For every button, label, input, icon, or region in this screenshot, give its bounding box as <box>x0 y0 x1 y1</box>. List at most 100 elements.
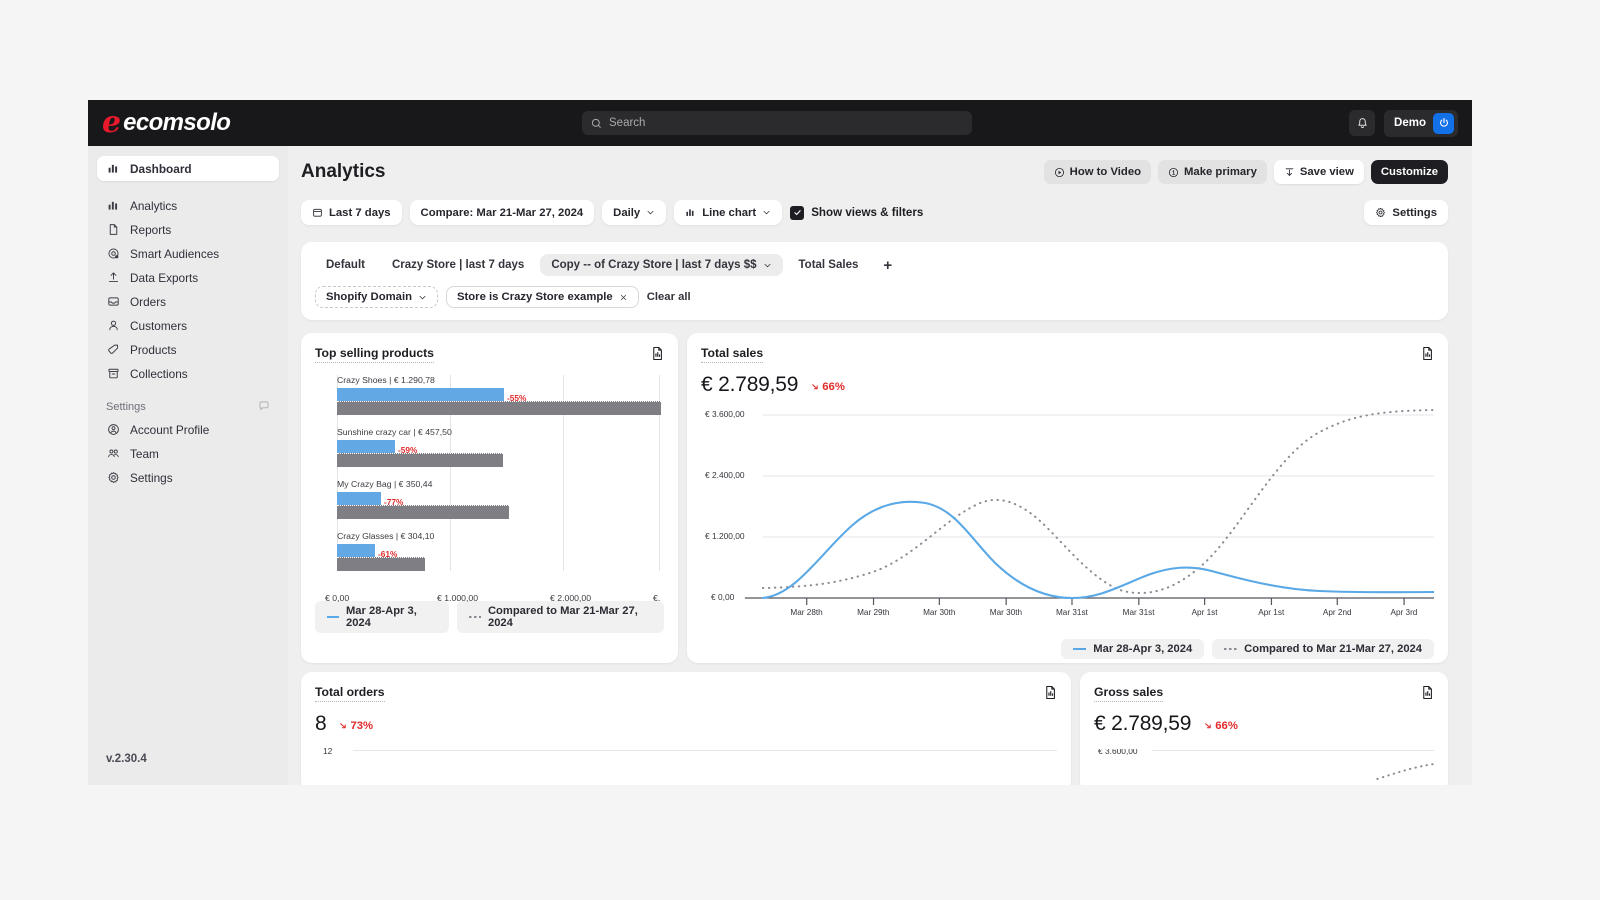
sidebar-item-analytics[interactable]: Analytics <box>97 194 279 217</box>
y-tick: € 0,00 <box>711 592 734 602</box>
chart-type-selector[interactable]: Line chart <box>674 200 782 225</box>
sidebar-item-data-exports[interactable]: Data Exports <box>97 266 279 289</box>
x-tick: € 1.000,00 <box>437 593 478 603</box>
chart-legend: Mar 28-Apr 3, 2024 Compared to Mar 21-Ma… <box>701 639 1434 659</box>
arrow-down-right-icon <box>811 382 820 391</box>
app-version: v.2.30.4 <box>106 753 147 765</box>
sidebar-item-label: Reports <box>130 223 171 237</box>
top-selling-bar-chart: Crazy Shoes | € 1.290,78 -55% Sunshine c… <box>315 375 664 593</box>
customize-button[interactable]: Customize <box>1371 160 1448 184</box>
x-tick: Mar 29th <box>857 608 889 617</box>
chart-type-label: Line chart <box>702 207 756 219</box>
main-content: Analytics How to Video <box>288 146 1472 785</box>
notifications-button[interactable] <box>1349 110 1375 136</box>
calendar-icon <box>312 207 323 218</box>
sidebar-item-customers[interactable]: Customers <box>97 314 279 337</box>
x-tick: Mar 31st <box>1123 608 1155 617</box>
sidebar-item-label: Settings <box>130 471 173 485</box>
make-primary-button[interactable]: Make primary <box>1158 160 1267 184</box>
sidebar-section-label: Settings <box>106 401 146 413</box>
sidebar-item-label: Account Profile <box>130 423 209 437</box>
show-views-toggle[interactable]: Show views & filters <box>790 206 923 220</box>
search-input[interactable] <box>609 117 963 129</box>
sidebar-item-smart-audiences[interactable]: Smart Audiences <box>97 242 279 265</box>
granularity-label: Daily <box>613 207 640 219</box>
view-tab-crazy-store[interactable]: Crazy Store | last 7 days <box>381 254 535 276</box>
checkbox[interactable] <box>790 206 804 220</box>
granularity-selector[interactable]: Daily <box>602 200 666 225</box>
legend-item-compare[interactable]: Compared to Mar 21-Mar 27, 2024 <box>1212 639 1434 659</box>
chat-icon[interactable] <box>258 400 270 415</box>
filter-label: Store is Crazy Store example <box>457 291 613 303</box>
x-tick: € 2.000,00 <box>550 593 591 603</box>
toolbar-right: Settings <box>1364 200 1448 225</box>
view-tab-total-sales[interactable]: Total Sales <box>788 254 870 276</box>
x-tick: Apr 1st <box>1258 608 1284 617</box>
user-menu[interactable]: Demo <box>1384 110 1458 137</box>
bar-current <box>337 388 504 401</box>
user-name: Demo <box>1394 117 1426 129</box>
document-export-icon[interactable] <box>1044 685 1057 705</box>
sidebar-item-label: Products <box>130 343 177 357</box>
views-tabs: Default Crazy Store | last 7 days Copy -… <box>315 254 1434 276</box>
views-panel: Default Crazy Store | last 7 days Copy -… <box>301 242 1448 320</box>
bar-chart-icon <box>106 162 120 176</box>
sidebar-item-settings[interactable]: Settings <box>97 466 279 489</box>
bar-compare <box>337 453 503 467</box>
team-icon <box>106 447 120 461</box>
card-header: Gross sales <box>1094 685 1434 705</box>
bar-compare <box>337 401 661 415</box>
sidebar-item-orders[interactable]: Orders <box>97 290 279 313</box>
date-range-selector[interactable]: Last 7 days <box>301 200 402 225</box>
compare-selector[interactable]: Compare: Mar 21-Mar 27, 2024 <box>410 200 595 225</box>
bar-current <box>337 544 375 557</box>
document-export-icon[interactable] <box>1421 346 1434 366</box>
legend-label: Mar 28-Apr 3, 2024 <box>1093 643 1192 655</box>
metric-value: € 2.789,59 <box>1094 712 1191 736</box>
card-header: Top selling products <box>315 346 664 366</box>
save-view-button[interactable]: Save view <box>1274 160 1364 184</box>
x-tick: Mar 31st <box>1056 608 1088 617</box>
view-tab-default[interactable]: Default <box>315 254 376 276</box>
card-gross-sales: Gross sales € 2.789,59 <box>1080 672 1448 785</box>
close-icon[interactable] <box>619 293 628 302</box>
y-tick: € 1.200,00 <box>705 531 745 541</box>
sidebar-item-collections[interactable]: Collections <box>97 362 279 385</box>
global-search[interactable] <box>582 111 972 135</box>
sidebar-item-account-profile[interactable]: Account Profile <box>97 418 279 441</box>
page-header: Analytics How to Video <box>301 160 1448 184</box>
sidebar-item-products[interactable]: Products <box>97 338 279 361</box>
legend-item-compare[interactable]: Compared to Mar 21-Mar 27, 2024 <box>457 601 664 633</box>
sidebar-item-dashboard[interactable]: Dashboard <box>97 156 279 181</box>
legend-solid-line-icon <box>1073 648 1086 650</box>
how-to-video-button[interactable]: How to Video <box>1044 160 1151 184</box>
metric-delta: 73% <box>339 720 373 732</box>
user-circle-icon <box>106 423 120 437</box>
view-tab-copy-crazy-store[interactable]: Copy -- of Crazy Store | last 7 days $$ <box>540 254 782 276</box>
avatar[interactable] <box>1433 113 1454 134</box>
sidebar-item-label: Team <box>130 447 159 461</box>
download-icon <box>1284 167 1295 178</box>
legend-item-current[interactable]: Mar 28-Apr 3, 2024 <box>315 601 449 633</box>
filter-shopify-domain[interactable]: Shopify Domain <box>315 286 438 308</box>
sidebar-item-label: Data Exports <box>130 271 198 285</box>
filter-store-is[interactable]: Store is Crazy Store example <box>446 286 639 308</box>
add-view-button[interactable]: + <box>874 255 901 276</box>
legend-label: Mar 28-Apr 3, 2024 <box>346 605 437 629</box>
play-circle-icon <box>1054 167 1065 178</box>
clear-all-button[interactable]: Clear all <box>647 291 691 303</box>
sidebar-gap <box>97 182 279 194</box>
card-title: Total sales <box>701 346 763 363</box>
document-export-icon[interactable] <box>651 346 664 366</box>
card-header: Total sales <box>701 346 1434 366</box>
legend-item-current[interactable]: Mar 28-Apr 3, 2024 <box>1061 639 1204 659</box>
sidebar-item-team[interactable]: Team <box>97 442 279 465</box>
sidebar-item-reports[interactable]: Reports <box>97 218 279 241</box>
document-export-icon[interactable] <box>1421 685 1434 705</box>
x-tick: Mar 30th <box>923 608 955 617</box>
metric-value: € 2.789,59 <box>701 373 798 397</box>
brand-logo[interactable]: e ecomsolo <box>102 108 230 138</box>
settings-button[interactable]: Settings <box>1364 200 1448 225</box>
button-label: Customize <box>1381 166 1438 178</box>
chevron-down-icon <box>763 261 772 270</box>
